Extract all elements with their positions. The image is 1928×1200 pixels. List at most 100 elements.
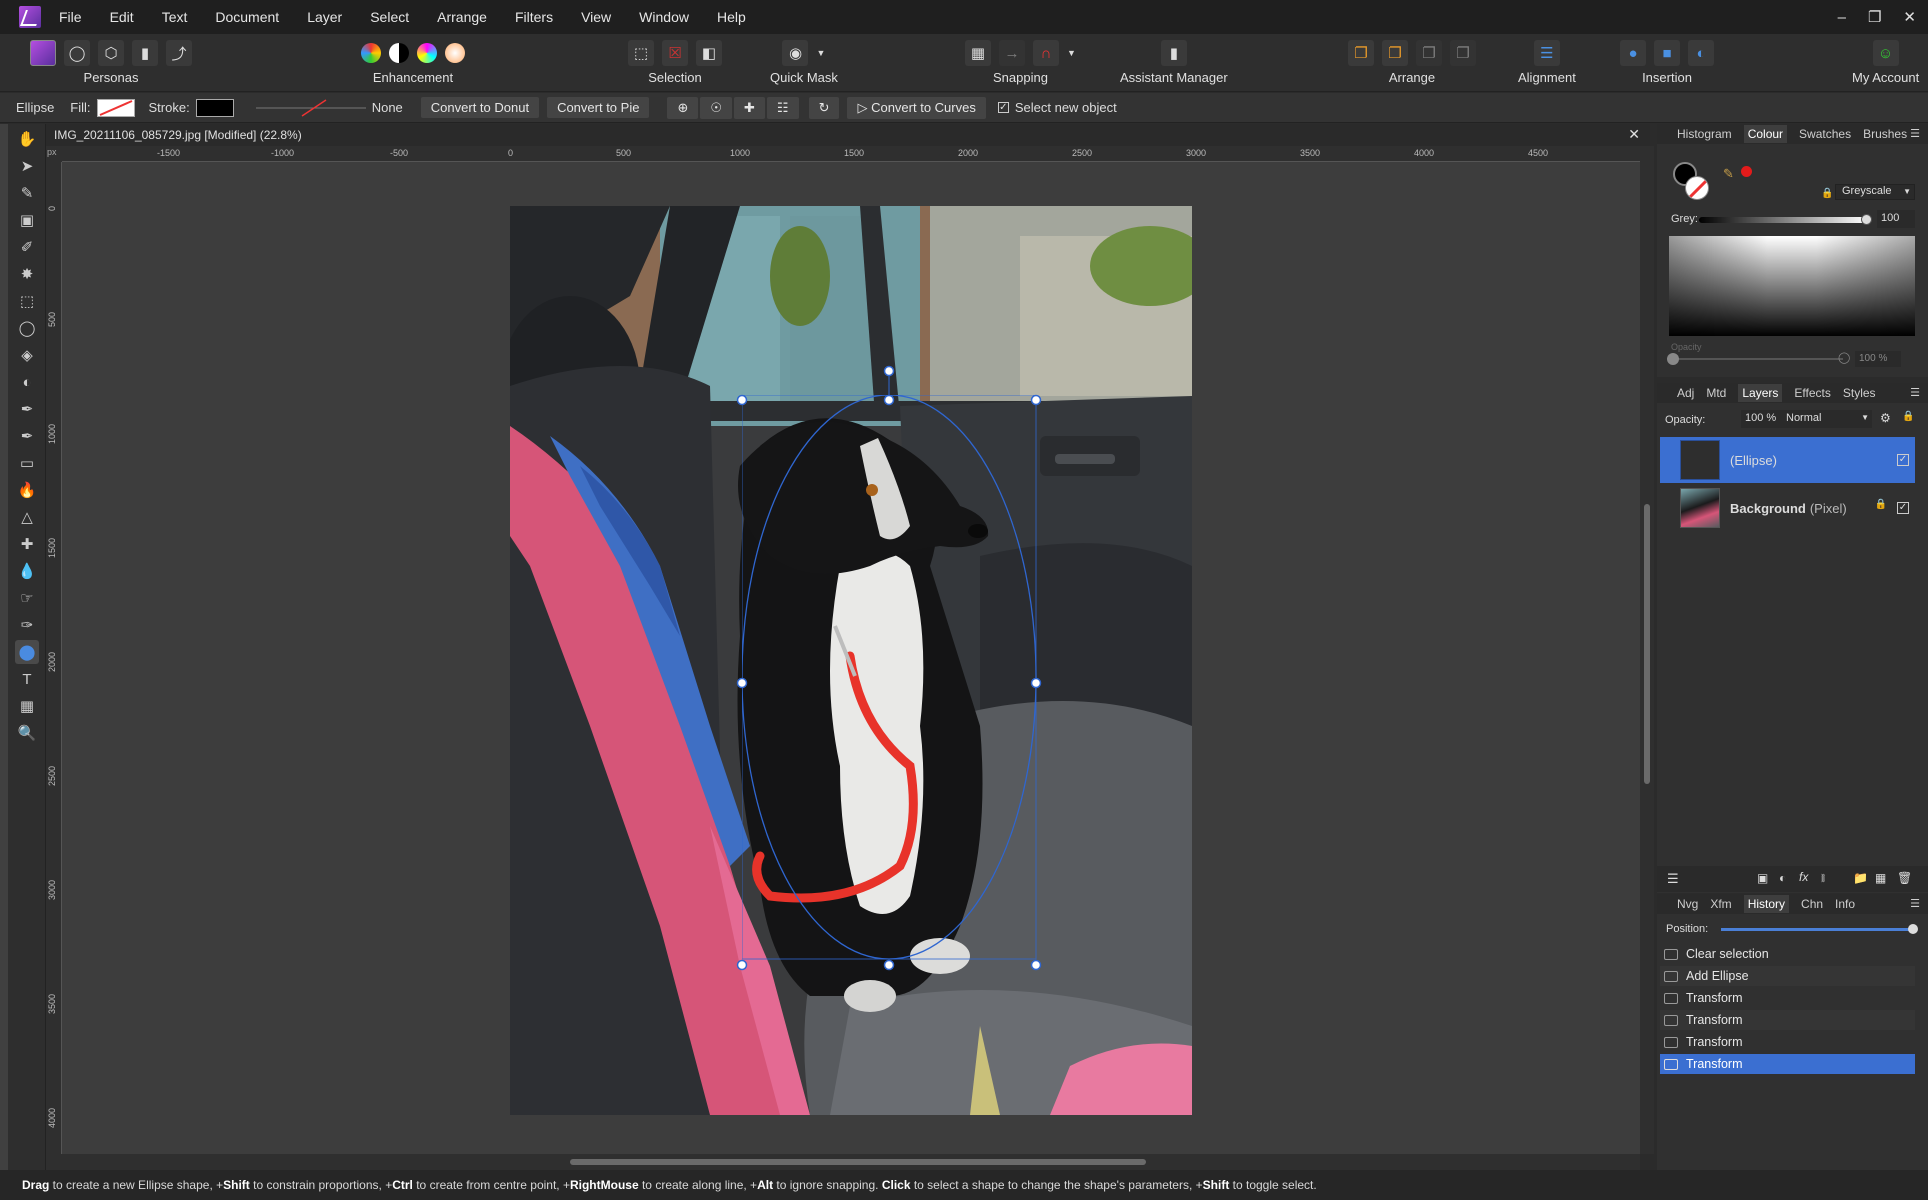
handle-top-right[interactable] bbox=[1030, 394, 1042, 406]
photo-persona-icon[interactable] bbox=[30, 40, 56, 66]
restore-icon[interactable]: ❐ bbox=[1868, 8, 1881, 26]
develop-persona-icon[interactable]: ⬡ bbox=[98, 40, 124, 66]
history-position-slider[interactable] bbox=[1721, 924, 1918, 934]
convert-to-donut-button[interactable]: Convert to Donut bbox=[420, 97, 540, 118]
blur-tool-icon[interactable]: 💧 bbox=[15, 559, 39, 583]
auto-colours-icon[interactable] bbox=[417, 43, 437, 63]
crop-tool-icon[interactable]: ▣ bbox=[15, 208, 39, 232]
mesh-warp-tool-icon[interactable]: ▦ bbox=[15, 694, 39, 718]
lock-icon[interactable]: 🔒 bbox=[1821, 188, 1833, 199]
stroke-swatch[interactable] bbox=[195, 98, 234, 117]
handle-top-left[interactable] bbox=[736, 394, 748, 406]
transform-rotate-icon[interactable]: ☷ bbox=[766, 96, 799, 119]
tone-mapping-persona-icon[interactable]: ▮ bbox=[132, 40, 158, 66]
layer-visibility-checkbox[interactable]: ✓ bbox=[1897, 454, 1909, 466]
move-to-front-icon[interactable]: ❐ bbox=[1450, 40, 1476, 66]
export-persona-icon[interactable]: ⤴ bbox=[166, 40, 192, 66]
snapping-arrow-icon[interactable]: → bbox=[999, 40, 1025, 66]
quick-mask-dropdown-icon[interactable]: ▼ bbox=[816, 48, 825, 58]
menu-edit[interactable]: Edit bbox=[110, 9, 134, 25]
document-tab[interactable]: IMG_20211106_085729.jpg [Modified] (22.8… bbox=[46, 124, 1650, 146]
rotation-handle[interactable] bbox=[883, 365, 895, 377]
handle-bottom-right[interactable] bbox=[1030, 959, 1042, 971]
menu-text[interactable]: Text bbox=[162, 9, 188, 25]
dodge-burn-tool-icon[interactable]: 🔥 bbox=[15, 478, 39, 502]
tab-layers[interactable]: Layers bbox=[1738, 384, 1783, 402]
minimize-icon[interactable]: – bbox=[1838, 9, 1846, 26]
fill-swatch[interactable] bbox=[96, 98, 135, 117]
stroke-width-slider[interactable] bbox=[255, 98, 366, 117]
layer-row-background[interactable]: Background (Pixel) 🔒 ✓ bbox=[1660, 485, 1915, 531]
opacity-slider-knob[interactable] bbox=[1667, 353, 1679, 365]
horizontal-scroll-thumb[interactable] bbox=[570, 1159, 1146, 1165]
menu-view[interactable]: View bbox=[581, 9, 611, 25]
handle-bottom-left[interactable] bbox=[736, 959, 748, 971]
account-icon[interactable]: ☺ bbox=[1872, 40, 1899, 66]
colour-box[interactable] bbox=[1669, 236, 1915, 336]
selection-brush-tool-icon[interactable]: ✐ bbox=[15, 235, 39, 259]
tab-channels[interactable]: Chn bbox=[1801, 897, 1823, 911]
layer-locked-icon[interactable]: 🔒 bbox=[1875, 499, 1887, 510]
layer-settings-gear-icon[interactable]: ⚙ bbox=[1880, 411, 1891, 425]
tab-navigator[interactable]: Nvg bbox=[1677, 897, 1698, 911]
tab-adjustments[interactable]: Adj bbox=[1677, 386, 1694, 400]
menu-window[interactable]: Window bbox=[639, 9, 689, 25]
insert-behind-icon[interactable]: ● bbox=[1620, 40, 1646, 66]
deselect-icon[interactable]: ☒ bbox=[662, 40, 688, 66]
add-group-icon[interactable]: 📁 bbox=[1853, 871, 1868, 885]
liquify-persona-icon[interactable]: ◯ bbox=[64, 40, 90, 66]
close-window-icon[interactable]: ✕ bbox=[1903, 8, 1916, 26]
pen-tool-icon[interactable]: ✑ bbox=[15, 613, 39, 637]
vertical-scrollbar[interactable] bbox=[1640, 146, 1654, 1154]
vertical-ruler[interactable]: 0 500 1000 1500 2000 2500 3000 3500 4000 bbox=[46, 162, 62, 1154]
smudge-tool-icon[interactable]: ☞ bbox=[15, 586, 39, 610]
tab-info[interactable]: Info bbox=[1835, 897, 1855, 911]
flood-fill-tool-icon[interactable]: ◈ bbox=[15, 343, 39, 367]
delete-layer-icon[interactable]: 🗑 bbox=[1897, 871, 1912, 885]
handle-left[interactable] bbox=[736, 677, 748, 689]
tab-swatches[interactable]: Swatches bbox=[1799, 127, 1851, 141]
colour-opacity-field[interactable]: 100 % bbox=[1855, 351, 1901, 367]
handle-right[interactable] bbox=[1030, 677, 1042, 689]
ruler-corner[interactable]: px bbox=[46, 146, 62, 162]
picked-colour-swatch[interactable] bbox=[1741, 166, 1752, 177]
transform-centre-icon[interactable]: ☉ bbox=[700, 96, 732, 119]
panel-menu-icon[interactable]: ☰ bbox=[1910, 386, 1920, 399]
menu-filters[interactable]: Filters bbox=[515, 9, 553, 25]
affinity-photo-logo-icon[interactable] bbox=[19, 6, 41, 28]
alignment-icon[interactable]: ☰ bbox=[1533, 40, 1560, 66]
tab-histogram[interactable]: Histogram bbox=[1677, 127, 1732, 141]
tab-metadata[interactable]: Mtd bbox=[1706, 386, 1726, 400]
add-fx-icon[interactable]: fx bbox=[1799, 870, 1808, 884]
tab-colour[interactable]: Colour bbox=[1743, 125, 1788, 143]
layer-lock-icon[interactable]: 🔒 bbox=[1902, 411, 1914, 422]
ellipse-tool-icon[interactable]: ⬤ bbox=[15, 640, 39, 664]
freehand-selection-icon[interactable]: ◯ bbox=[15, 316, 39, 340]
erase-brush-tool-icon[interactable]: ▭ bbox=[15, 451, 39, 475]
eyedropper-icon[interactable]: ✎ bbox=[1723, 166, 1734, 182]
tab-transform[interactable]: Xfm bbox=[1710, 897, 1731, 911]
blend-mode-dropdown[interactable]: Normal ▼ bbox=[1782, 410, 1872, 428]
grey-slider[interactable] bbox=[1699, 214, 1872, 225]
convert-to-curves-button[interactable]: ▷ Convert to Curves bbox=[847, 96, 986, 119]
convert-to-pie-button[interactable]: Convert to Pie bbox=[547, 97, 650, 118]
colour-model-dropdown[interactable]: Greyscale ▼ bbox=[1835, 184, 1915, 200]
opacity-slider[interactable] bbox=[1667, 353, 1843, 365]
clone-tool-icon[interactable]: △ bbox=[15, 505, 39, 529]
horizontal-ruler[interactable]: -1500 -1000 -500 0 500 1000 1500 2000 25… bbox=[62, 146, 1640, 162]
snapping-dropdown-icon[interactable]: ▼ bbox=[1067, 48, 1076, 58]
menu-help[interactable]: Help bbox=[717, 9, 746, 25]
transform-scale-icon[interactable]: ✚ bbox=[734, 96, 765, 119]
tab-styles[interactable]: Styles bbox=[1843, 386, 1876, 400]
transform-reset-icon[interactable]: ↻ bbox=[808, 96, 840, 119]
history-item[interactable]: Transform bbox=[1660, 1010, 1915, 1030]
insert-inside-icon[interactable]: ◐ bbox=[1688, 40, 1714, 66]
history-item[interactable]: Transform bbox=[1660, 988, 1915, 1008]
handle-top[interactable] bbox=[883, 394, 895, 406]
history-position-knob[interactable] bbox=[1908, 924, 1918, 934]
menu-document[interactable]: Document bbox=[215, 9, 279, 25]
history-item[interactable]: Add Ellipse bbox=[1660, 966, 1915, 986]
invert-selection-icon[interactable]: ◧ bbox=[696, 40, 722, 66]
layer-row-ellipse[interactable]: (Ellipse) ✓ bbox=[1660, 437, 1915, 483]
select-all-icon[interactable]: ⬚ bbox=[628, 40, 654, 66]
